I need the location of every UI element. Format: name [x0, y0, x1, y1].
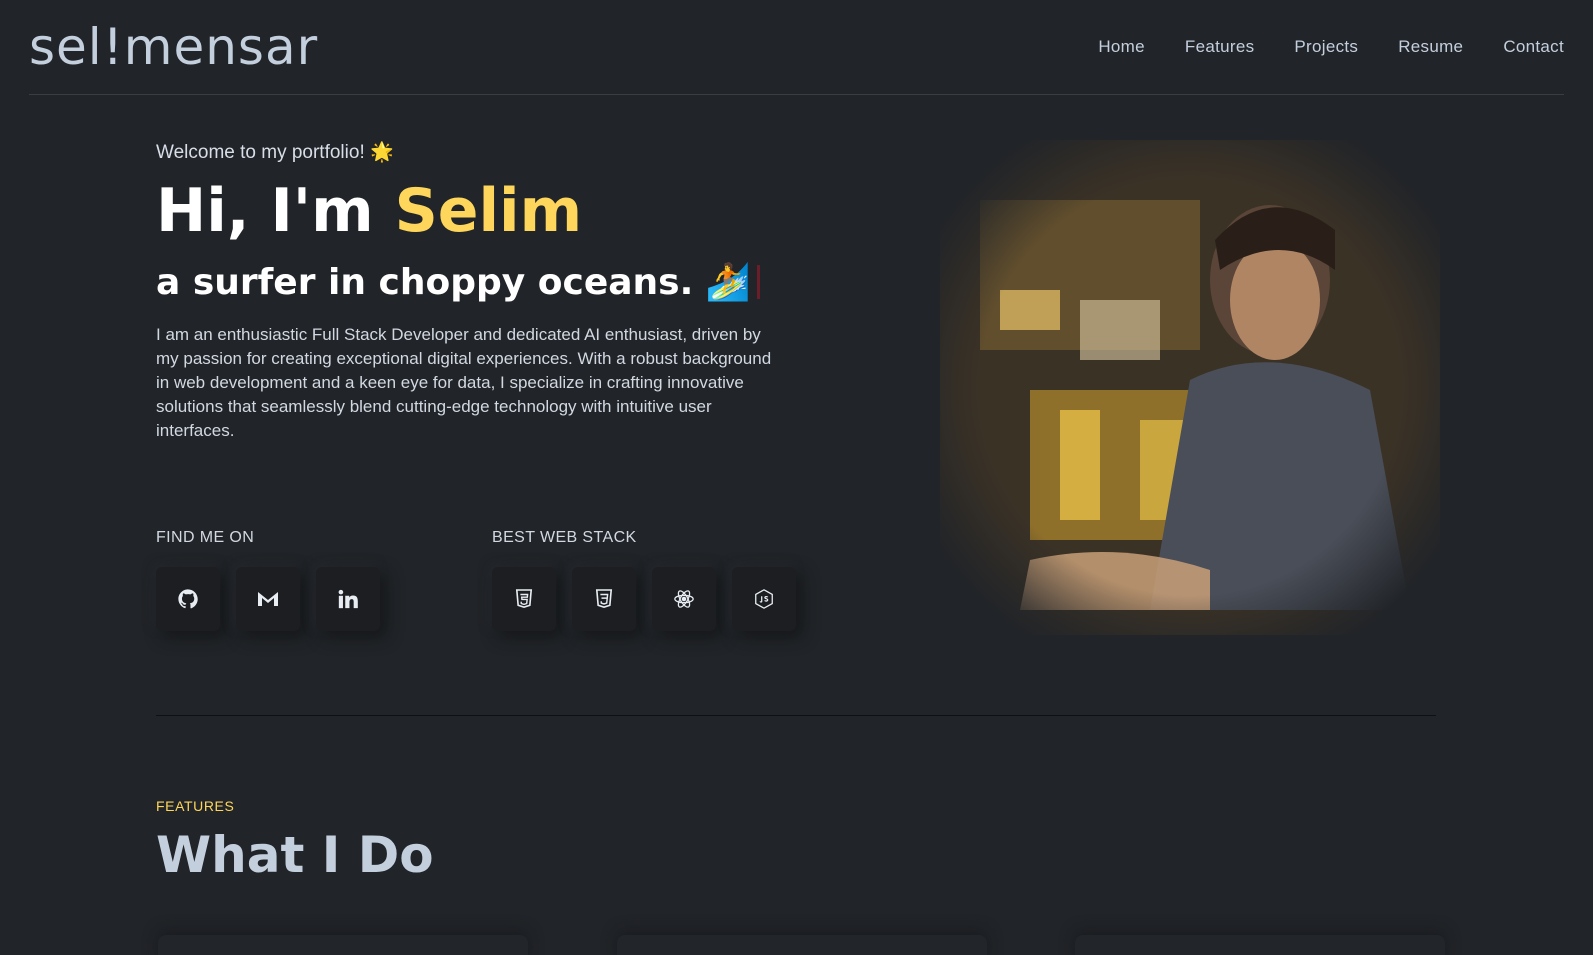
stack-title: BEST WEB STACK	[492, 529, 637, 546]
html5-icon[interactable]	[492, 567, 556, 631]
react-icon[interactable]	[652, 567, 716, 631]
hero-section: Welcome to my portfolio! 🌟 Hi, I'm Selim…	[156, 140, 796, 443]
hero-bio: I am an enthusiastic Full Stack Develope…	[156, 325, 772, 440]
typing-cursor	[756, 265, 760, 299]
main-nav: Home Features Projects Resume Contact	[1098, 37, 1564, 57]
web-stack: BEST WEB STACK	[492, 529, 796, 631]
hero-name: Selim	[394, 176, 583, 246]
hero-tagline: a surfer in choppy oceans. 🏄	[156, 261, 796, 303]
css3-icon[interactable]	[572, 567, 636, 631]
welcome-text: Welcome to my portfolio! 🌟	[156, 142, 394, 163]
feature-card	[158, 935, 528, 955]
feature-card	[617, 935, 987, 955]
nav-home[interactable]: Home	[1098, 37, 1145, 57]
nav-projects[interactable]: Projects	[1294, 37, 1358, 57]
gmail-icon[interactable]	[236, 567, 300, 631]
social-links: FIND ME ON	[156, 529, 380, 631]
github-icon[interactable]	[156, 567, 220, 631]
greeting-text: Hi, I'm	[156, 176, 395, 246]
nodejs-icon[interactable]	[732, 567, 796, 631]
nav-features[interactable]: Features	[1185, 37, 1255, 57]
nav-contact[interactable]: Contact	[1503, 37, 1564, 57]
nav-resume[interactable]: Resume	[1398, 37, 1463, 57]
logo[interactable]: sel!mensar	[29, 18, 318, 76]
linkedin-icon[interactable]	[316, 567, 380, 631]
hero-heading: Hi, I'm Selim	[156, 180, 796, 243]
site-header: sel!mensar Home Features Projects Resume…	[29, 0, 1564, 95]
social-title: FIND ME ON	[156, 529, 255, 546]
profile-portrait	[940, 140, 1440, 635]
tagline-text: a surfer in choppy oceans. 🏄	[156, 262, 751, 303]
feature-card	[1075, 935, 1445, 955]
features-title: What I Do	[156, 826, 434, 884]
features-label: FEATURES	[156, 798, 235, 814]
section-divider	[156, 715, 1436, 716]
